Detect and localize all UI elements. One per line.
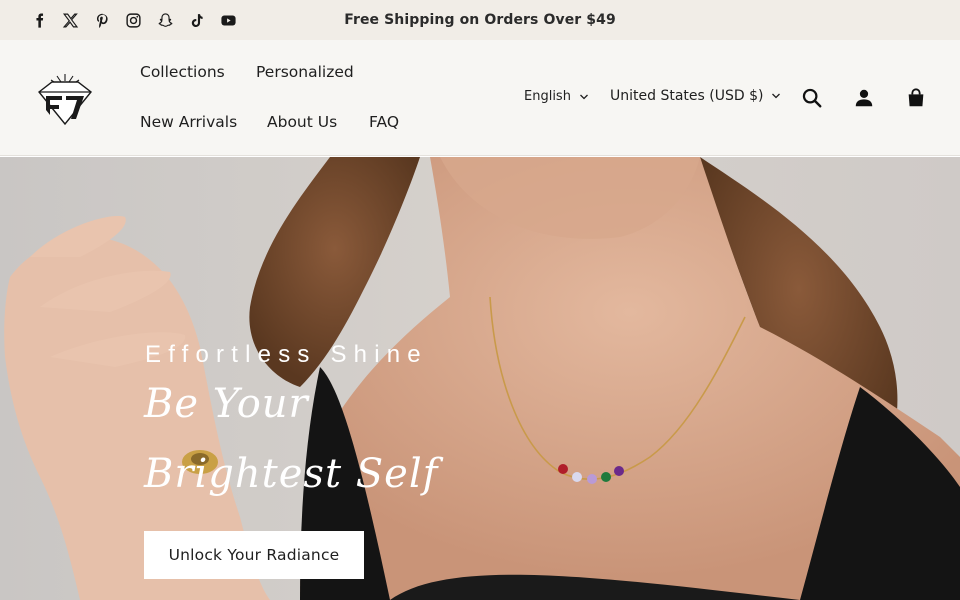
diamond-monogram-logo[interactable] bbox=[36, 72, 94, 126]
language-label: English bbox=[524, 89, 571, 104]
nav-new-arrivals[interactable]: New Arrivals bbox=[140, 113, 237, 131]
hero-eyebrow: Effortless Shine bbox=[145, 341, 428, 368]
search-icon[interactable] bbox=[800, 86, 824, 110]
announcement-text: Free Shipping on Orders Over $49 bbox=[344, 12, 616, 28]
currency-label: United States (USD $) bbox=[610, 88, 764, 104]
hero-banner: Effortless Shine Be Your Brightest Self … bbox=[0, 157, 960, 600]
cart-icon[interactable] bbox=[904, 86, 928, 110]
currency-selector[interactable]: United States (USD $) bbox=[610, 88, 781, 104]
account-icon[interactable] bbox=[852, 86, 876, 110]
unlock-radiance-button[interactable]: Unlock Your Radiance bbox=[144, 531, 364, 579]
site-header: Collections Personalized New Arrivals Ab… bbox=[0, 40, 960, 156]
language-selector[interactable]: English bbox=[524, 89, 589, 104]
announcement-bar: Free Shipping on Orders Over $49 bbox=[0, 0, 960, 40]
nav-collections[interactable]: Collections bbox=[140, 63, 225, 81]
nav-faq[interactable]: FAQ bbox=[369, 113, 399, 131]
chevron-down-icon bbox=[579, 94, 588, 99]
nav-about-us[interactable]: About Us bbox=[267, 113, 337, 131]
hero-headline-line2: Brightest Self bbox=[144, 451, 439, 497]
hero-headline-line1: Be Your bbox=[144, 381, 309, 427]
nav-personalized[interactable]: Personalized bbox=[256, 63, 354, 81]
chevron-down-icon bbox=[772, 93, 781, 99]
